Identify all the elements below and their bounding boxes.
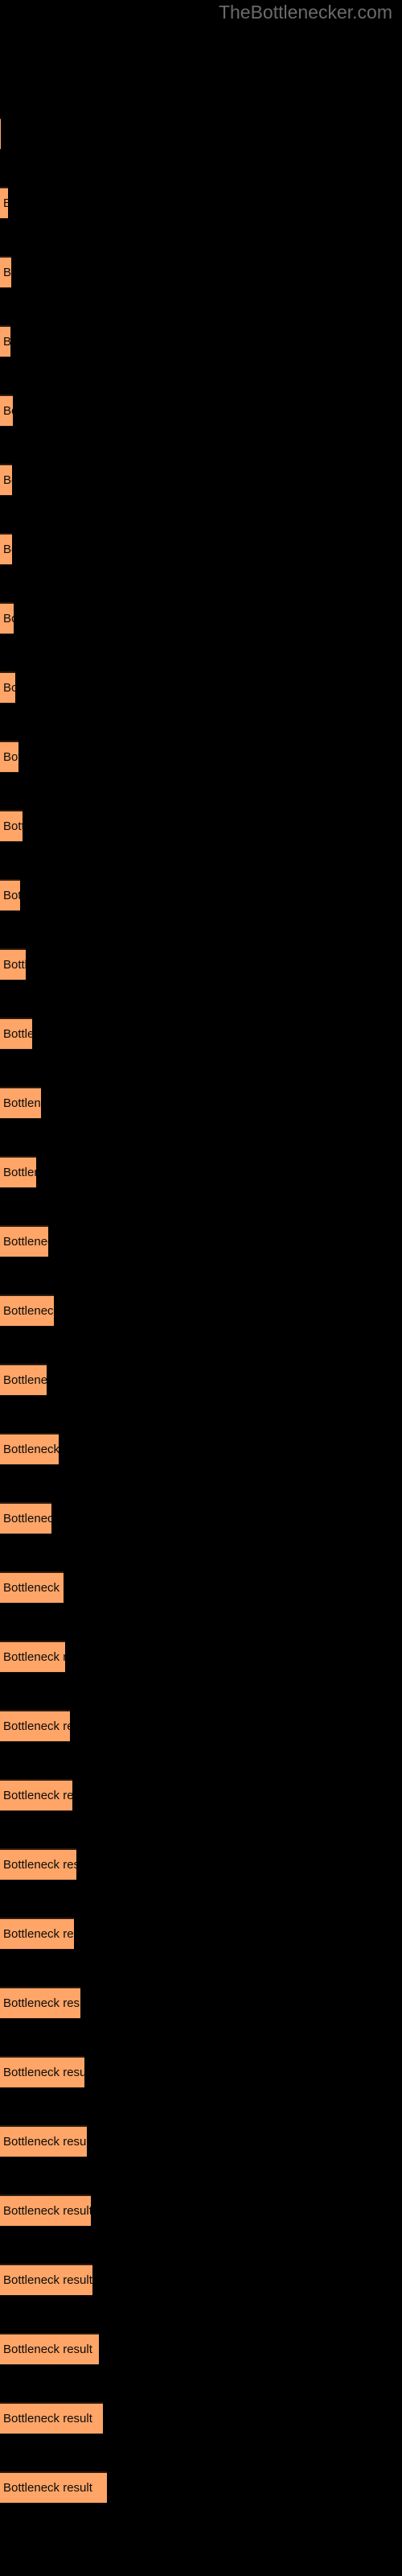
bar[interactable]: Bottleneck result (0, 1018, 32, 1050)
bar-label: Bottleneck result (3, 1926, 74, 1941)
bar[interactable]: Bottleneck result (0, 1364, 47, 1396)
bar-label: Bottleneck result (3, 1649, 65, 1664)
bar[interactable]: Bottleneck result (0, 2471, 107, 2504)
bar-label: Bottleneck result (3, 1303, 54, 1318)
bar-label: Bottleneck result (3, 473, 12, 487)
bar[interactable]: Bottleneck result (0, 2402, 103, 2434)
bar[interactable]: Bottleneck result (0, 1502, 51, 1534)
bar-label: Bottleneck result (3, 1442, 59, 1456)
bar-label: Bottleneck result (3, 542, 12, 556)
bar-label: Bottleneck result (3, 888, 20, 902)
bar-label: Bottleneck result (3, 403, 13, 418)
bar[interactable]: Bottleneck result (0, 2056, 84, 2088)
bar[interactable]: Bottleneck result (0, 1987, 80, 2019)
bar[interactable]: Bottleneck result (0, 2125, 87, 2157)
bar[interactable]: Bottleneck result (0, 1848, 76, 1880)
bar-label: Bottleneck result (3, 335, 10, 349)
bar[interactable]: Bottleneck result (0, 2264, 92, 2296)
bar-label: Bottleneck result (3, 1373, 47, 1387)
bar[interactable]: Bottleneck result (0, 671, 15, 704)
bar[interactable]: Bottleneck result (0, 1294, 54, 1327)
bar[interactable]: Bottleneck result (0, 1433, 59, 1465)
bar[interactable]: Bottleneck result (0, 948, 26, 980)
bar[interactable]: Bottleneck result (0, 1571, 64, 1604)
bar[interactable]: Bottleneck result (0, 1779, 72, 1811)
bar[interactable]: Bottleneck result (0, 879, 20, 911)
bar[interactable]: Bottleneck result (0, 1225, 48, 1257)
bar[interactable]: Bottleneck result (0, 187, 8, 219)
bar-label: Bottleneck result (3, 1857, 76, 1872)
bar[interactable]: Bottleneck result (0, 325, 10, 357)
bar-label: Bottleneck result (3, 1234, 48, 1249)
bar[interactable]: Bottleneck result (0, 1087, 41, 1119)
bar[interactable]: Bottleneck result (0, 1918, 74, 1950)
bar-label: Bottleneck result (3, 819, 23, 833)
bar-label: Bottleneck result (3, 1580, 64, 1595)
bar-label: Bottleneck result (3, 680, 15, 695)
bar-label: Bottleneck result (3, 2273, 92, 2287)
bar[interactable]: Bottleneck result (0, 602, 14, 634)
bar-label: Bottleneck result (3, 1996, 80, 2010)
bar-label: Bottleneck result (3, 265, 11, 279)
bar[interactable]: Bottleneck result (0, 1710, 70, 1742)
bar[interactable]: Bottleneck result (0, 256, 11, 288)
bar-label: Bottleneck result (3, 1165, 36, 1179)
bar[interactable]: Bottleneck result (0, 2194, 91, 2227)
bar[interactable]: Bottleneck result (0, 118, 1, 150)
bar[interactable]: Bottleneck result (0, 394, 13, 427)
bar-label: Bottleneck result (3, 2342, 92, 2356)
bar-label: Bottleneck result (3, 749, 18, 764)
bar-label: Bottleneck result (3, 2480, 92, 2495)
bar-label: Bottleneck result (3, 2065, 84, 2079)
bar-label: Bottleneck result (3, 1096, 41, 1110)
bar-label: Bottleneck result (3, 1788, 72, 1802)
bar-label: Bottleneck result (3, 957, 26, 972)
bar[interactable]: Bottleneck result (0, 741, 18, 773)
bar-label: Bottleneck result (3, 1026, 32, 1041)
bar-label: Bottleneck result (3, 1719, 70, 1733)
bottleneck-bar-chart: Bottleneck result Bottleneck result Bottle… (0, 0, 402, 2576)
bar[interactable]: Bottleneck result (0, 810, 23, 842)
bar-label: Bottleneck result (3, 611, 14, 625)
bar-label: Bottleneck result (3, 196, 8, 211)
bar[interactable]: Bottleneck result (0, 464, 12, 496)
bar-label: Bottleneck result (3, 2411, 92, 2425)
bar[interactable]: Bottleneck result (0, 1156, 36, 1188)
bar[interactable]: Bottleneck result (0, 2333, 99, 2365)
bar-label: Bottleneck result (3, 1511, 51, 1525)
bar[interactable]: Bottleneck result (0, 1641, 65, 1673)
bar-label: Bottleneck result (3, 2134, 87, 2149)
bar-label: Bottleneck result (3, 2203, 91, 2218)
bar[interactable]: Bottleneck result (0, 533, 12, 565)
